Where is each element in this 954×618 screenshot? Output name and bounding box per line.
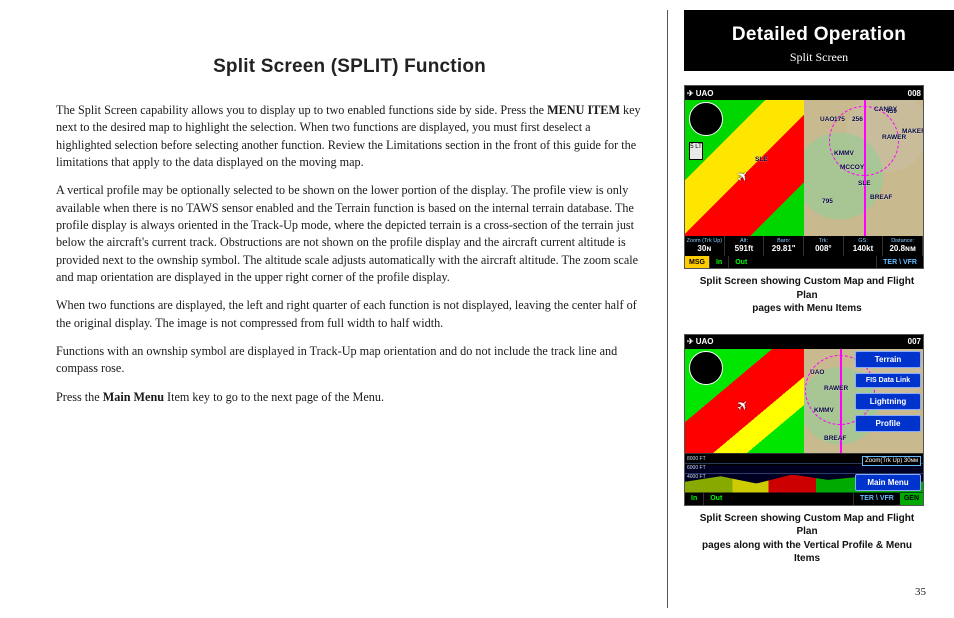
fig1-waypoint: UAO: [696, 89, 714, 98]
main-menu-keyword: Main Menu: [103, 390, 164, 404]
fig1-trk-val: 008°: [815, 245, 832, 253]
fig2-profile-zoom: Zoom(Trk Up) 30ɴᴍ: [862, 456, 921, 466]
fig1-gs-val: 140kt: [853, 245, 873, 253]
fig1-label-uao: UAO: [820, 116, 834, 123]
fig1-label-rawer: RAWER: [882, 134, 906, 141]
screenshot-1: ✈ UAO 5 LT SLE 008 UAO: [684, 85, 924, 269]
figure-2-caption: Split Screen showing Custom Map and Flig…: [688, 512, 926, 566]
fig1-zoom-val: 30ɴ: [697, 245, 711, 253]
fig1-out-tab: Out: [728, 256, 753, 268]
fig1-bottom-databar: Zoom (Trk Up)30ɴ Alt:591ft Baro:29.81" T…: [685, 236, 923, 256]
fig1-label-kmmv: KMMV: [834, 150, 854, 157]
fig2-vertical-profile: 8000 FT 6000 FT 4000 FT 2000 FT Zoom(Trk…: [685, 453, 923, 493]
fig1-cap-l1: Split Screen showing Custom Map and Flig…: [700, 276, 914, 301]
fig2-label-uao: UAO: [810, 369, 824, 376]
para-5: Press the Main Menu Item key to go to th…: [56, 389, 643, 406]
compass-icon: [689, 351, 723, 385]
fig1-msg-tab: MSG: [685, 256, 709, 268]
fig1-footbar: MSG In Out TER \ VFR: [685, 256, 923, 268]
menu-item-keyword: MENU ITEM: [547, 103, 620, 117]
fig1-scale-tab: 5 LT: [689, 142, 703, 160]
figure-2: ✈ UAO 007 UAO KMMV RAWE: [684, 334, 930, 506]
menu-profile-button[interactable]: Profile: [855, 415, 921, 432]
sidebar-column: Detailed Operation Split Screen ✈ UAO 5 …: [668, 0, 954, 618]
para-2: A vertical profile may be optionally sel…: [56, 182, 643, 286]
fig1-baro-val: 29.81": [772, 245, 796, 253]
section-title: Split Screen (SPLIT) Function: [56, 56, 643, 78]
para-1: The Split Screen capability allows you t…: [56, 102, 643, 171]
para-5-post: Item key to go to the next page of the M…: [164, 390, 384, 404]
page-number: 35: [915, 586, 926, 598]
fig2-label-breaf: BREAF: [824, 435, 846, 442]
fig2-out-tab: Out: [703, 493, 728, 505]
compass-icon: [689, 102, 723, 136]
fig1-in-tab: In: [709, 256, 728, 268]
para-1-pre: The Split Screen capability allows you t…: [56, 103, 547, 117]
fig2-alt-8000: 8000 FT: [687, 456, 706, 462]
fig2-right-pane: 007 UAO KMMV RAWER BREAF Terrain FIS Dat…: [804, 335, 923, 453]
fig1-label-sle2: SLE: [858, 180, 871, 187]
fig2-label-rawer: RAWER: [824, 385, 848, 392]
fig2-in-tab: In: [685, 493, 703, 505]
fig2-waypoint: UAO: [696, 337, 714, 346]
fig1-label-canby: CANBY: [874, 106, 897, 113]
plane-icon: ✈: [687, 337, 694, 346]
fig2-left-pane: ✈ UAO: [685, 335, 804, 453]
fig2-bearing: 007: [908, 337, 921, 346]
fig1-left-pane: ✈ UAO 5 LT SLE: [685, 86, 804, 236]
figure-1: ✈ UAO 5 LT SLE 008 UAO: [684, 85, 930, 269]
ownship-icon: [737, 168, 753, 184]
fig2-cap-l1: Split Screen showing Custom Map and Flig…: [700, 513, 914, 538]
fig1-dist-val: 20.8ɴᴍ: [889, 245, 915, 253]
menu-fis-button[interactable]: FIS Data Link: [855, 373, 921, 388]
para-3: When two functions are displayed, the le…: [56, 297, 643, 332]
ownship-icon: [737, 397, 753, 413]
fig2-footbar: In Out TER \ VFR GEN: [685, 493, 923, 505]
fig1-tervfr-tab: TER \ VFR: [876, 256, 923, 268]
fig2-gen-tab: GEN: [900, 493, 923, 505]
fig1-label-175: 175: [834, 116, 845, 123]
chapter-title: Detailed Operation: [694, 24, 944, 46]
fig1-cap-l2: pages with Menu Items: [752, 303, 861, 314]
chapter-header-box: Detailed Operation Split Screen: [684, 10, 954, 71]
fig1-label-breaf: BREAF: [870, 194, 892, 201]
menu-main-button[interactable]: Main Menu: [855, 474, 921, 491]
para-4: Functions with an ownship symbol are dis…: [56, 343, 643, 378]
fig2-tervfr-tab: TER \ VFR: [853, 493, 900, 505]
fig1-label-maker: MAKER: [902, 128, 923, 135]
fig1-label-sle: SLE: [755, 156, 768, 163]
menu-terrain-button[interactable]: Terrain: [855, 351, 921, 368]
fig1-bearing: 008: [908, 89, 921, 98]
fig2-cap-l2: pages along with the Vertical Profile & …: [702, 540, 912, 565]
menu-lightning-button[interactable]: Lightning: [855, 393, 921, 410]
figure-1-caption: Split Screen showing Custom Map and Flig…: [688, 275, 926, 316]
fig1-alt-val: 591ft: [735, 245, 754, 253]
screenshot-2: ✈ UAO 007 UAO KMMV RAWE: [684, 334, 924, 506]
fig1-label-795: 795: [822, 198, 833, 205]
body-text: The Split Screen capability allows you t…: [56, 102, 643, 406]
chapter-subtitle: Split Screen: [694, 50, 944, 65]
fig1-label-256: 256: [852, 116, 863, 123]
fig1-label-mccoy: MCCOY: [840, 164, 864, 171]
plane-icon: ✈: [687, 89, 694, 98]
fig2-label-kmmv: KMMV: [814, 407, 834, 414]
para-5-pre: Press the: [56, 390, 103, 404]
fig2-alt-6000: 6000 FT: [687, 465, 706, 471]
fig2-alt-4000: 4000 FT: [687, 474, 706, 480]
fig2-menu-column: Terrain FIS Data Link Lightning Profile: [853, 349, 923, 434]
main-text-column: Split Screen (SPLIT) Function The Split …: [0, 0, 667, 618]
fig1-right-pane: 008 UAO 459 256 175 CANBY RAWER MAKER KM…: [804, 86, 923, 236]
